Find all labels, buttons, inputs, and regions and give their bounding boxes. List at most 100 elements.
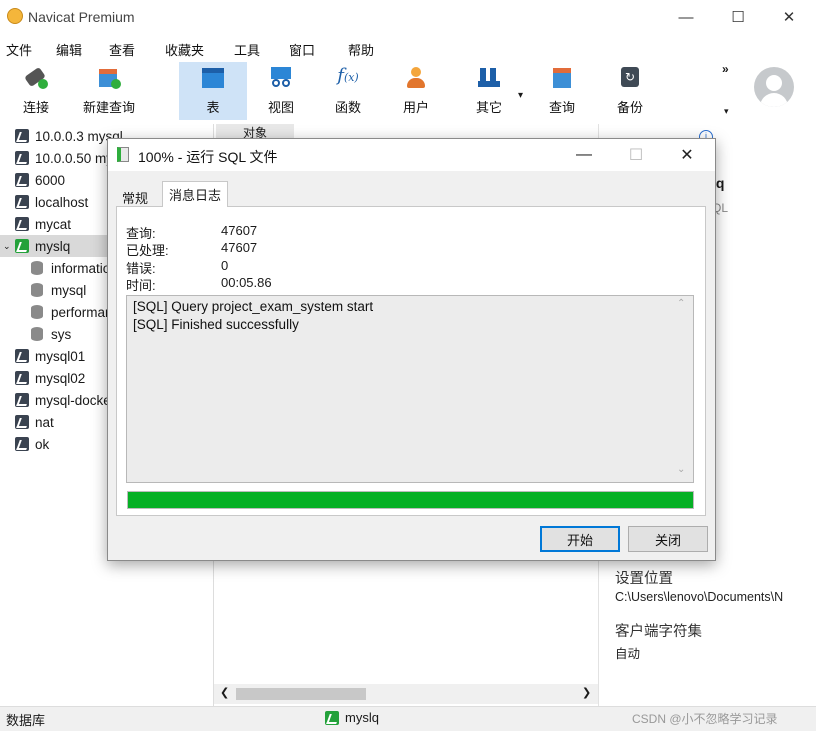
other-dropdown-icon[interactable]: ▾ [518,90,523,101]
dialog-title-bar: 100% - 运行 SQL 文件 — ☐ ✕ [108,139,715,171]
toolbar-overflow-button[interactable]: » [722,62,729,76]
client-charset-value: 自动 [615,647,641,661]
connection-icon [15,173,29,187]
tree-label: mysql [51,282,87,298]
menu-favorites[interactable]: 收藏夹 [165,40,204,59]
tree-label: myslq [35,238,71,254]
connect-button[interactable]: 连接 [10,62,62,120]
close-button[interactable]: 关闭 [628,526,708,552]
processed-value: 47607 [221,240,258,255]
maximize-button[interactable]: ☐ [715,0,761,34]
new-query-button[interactable]: 新建查询 [78,62,140,120]
run-sql-dialog: 100% - 运行 SQL 文件 — ☐ ✕ 常规 消息日志 查询: 47607… [107,138,716,561]
connection-icon [15,437,29,451]
navicat-logo-icon [7,8,23,24]
dialog-close-icon[interactable]: ✕ [664,139,710,171]
log-line: [SQL] Finished successfully [133,317,299,332]
user-icon [402,65,430,91]
time-label: 时间: [126,278,156,293]
tree-label: mysql01 [35,348,86,364]
client-charset-label: 客户端字符集 [615,624,702,640]
connection-icon [15,415,29,429]
connect-label: 连接 [22,100,49,115]
function-button[interactable]: f(x) 函数 [322,62,374,120]
progress-fill [128,492,693,508]
view-label: 视图 [267,100,294,115]
close-window-button[interactable]: ✕ [766,0,812,34]
tab-message-log[interactable]: 消息日志 [162,181,229,207]
connection-open-icon [325,710,339,725]
avatar-head-icon [766,75,782,91]
scrollbar-thumb[interactable] [236,688,366,700]
tree-label: localhost [35,194,89,210]
time-value: 00:05.86 [221,275,272,290]
scroll-left-icon[interactable]: ❮ [220,686,229,699]
user-label: 用户 [402,100,429,115]
tree-label: mycat [35,216,72,232]
table-icon [199,65,227,91]
connection-open-icon [15,239,29,253]
backup-button[interactable]: ↻ 备份 [604,62,656,120]
database-icon [31,305,43,319]
watermark: CSDN @小不忽略学习记录 [632,712,778,726]
minimize-button[interactable]: — [663,0,709,34]
query-button[interactable]: 查询 [536,62,588,120]
menu-window[interactable]: 窗口 [289,40,315,59]
scroll-up-icon[interactable]: ⌃ [677,298,685,309]
dialog-title: 100% - 运行 SQL 文件 [138,149,278,165]
avatar[interactable] [754,67,794,107]
menu-file[interactable]: 文件 [6,40,32,59]
log-output[interactable]: [SQL] Query project_exam_system start [S… [126,295,694,483]
expand-chevron-icon[interactable]: ⌄ [3,241,15,252]
user-button[interactable]: 用户 [390,62,442,120]
menu-tools[interactable]: 工具 [234,40,260,59]
tree-label: 6000 [35,172,66,188]
tab-general[interactable]: 常规 [116,185,154,207]
new-query-label: 新建查询 [82,100,135,115]
title-bar: Navicat Premium — ☐ ✕ [0,0,816,34]
tree-label: mysql-docker [35,392,116,408]
scroll-right-icon[interactable]: ❯ [582,686,591,699]
database-icon [31,327,43,341]
menu-view[interactable]: 查看 [109,40,135,59]
backup-icon: ↻ [616,65,644,91]
scroll-down-icon[interactable]: ⌄ [677,464,685,475]
connection-icon [15,151,29,165]
errors-value: 0 [221,258,229,273]
toolbar-dropdown-icon[interactable]: ▾ [724,106,729,117]
query-label: 查询 [548,100,575,115]
function-label: 函数 [334,100,361,115]
plug-icon [22,65,50,91]
query-icon [548,65,576,91]
connection-icon [15,217,29,231]
log-line: [SQL] Query project_exam_system start [133,299,374,314]
dialog-maximize-button[interactable]: ☐ [613,139,659,171]
status-connection-label: myslq [345,710,379,725]
database-icon [31,261,43,275]
view-button[interactable]: 视图 [255,62,307,120]
new-query-icon [95,65,123,91]
connection-icon [15,349,29,363]
table-label: 表 [206,100,220,115]
tree-label: sys [51,326,72,342]
function-icon: f(x) [337,65,359,86]
menu-help[interactable]: 帮助 [348,40,374,59]
other-label: 其它 [475,100,502,115]
status-connection: myslq [325,710,379,725]
connection-icon [15,393,29,407]
settings-location-label: 设置位置 [615,571,673,587]
view-icon [267,65,295,91]
progress-bar [127,491,694,509]
connection-icon [15,195,29,209]
start-button[interactable]: 开始 [540,526,620,552]
status-object-type: 数据库 [6,713,46,728]
menu-edit[interactable]: 编辑 [56,40,82,59]
other-button[interactable]: 其它 [463,62,515,120]
app-title: Navicat Premium [28,9,135,25]
objects-tab[interactable]: 对象 [216,124,294,140]
table-button[interactable]: 表 [179,62,247,120]
tools-icon [475,65,503,91]
processed-label: 已处理: [126,243,169,258]
dialog-minimize-button[interactable]: — [561,139,607,171]
database-icon [31,283,43,297]
